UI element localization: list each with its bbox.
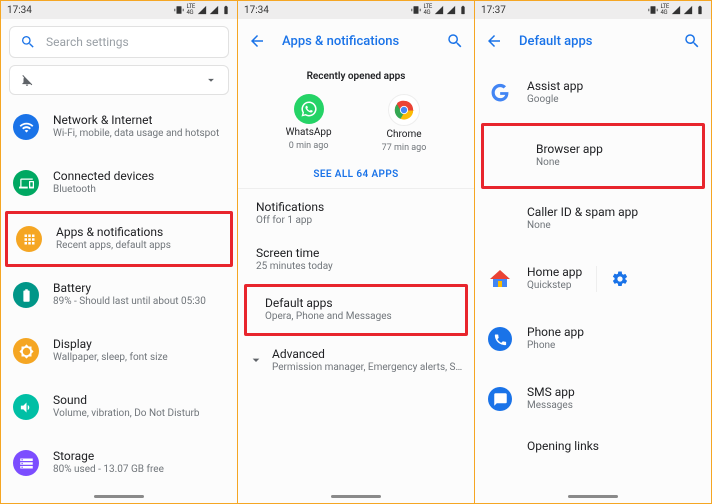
row-browser-app[interactable]: Browser appNone [481, 123, 705, 189]
wifi-icon [19, 120, 34, 135]
row-apps-notifications[interactable]: Apps & notificationsRecent apps, default… [5, 211, 233, 267]
row-battery[interactable]: Battery89% - Should last until about 05:… [1, 267, 237, 323]
battery-icon [19, 288, 34, 303]
nav-bar [1, 489, 237, 503]
google-icon [489, 82, 511, 104]
signal-icon [671, 5, 681, 15]
row-network[interactable]: Network & InternetWi-Fi, mobile, data us… [1, 99, 237, 155]
battery-icon [695, 5, 705, 15]
back-icon[interactable] [485, 32, 503, 50]
apps-notifications-screen: 17:34 LTE4G Apps & notifications Recentl… [238, 1, 475, 503]
chrome-icon [393, 99, 415, 121]
settings-main-screen: 17:34 LTE4G Search settings Network & In… [1, 1, 238, 503]
volume-icon [19, 400, 34, 415]
signal-icon [446, 5, 456, 15]
bell-off-icon [20, 73, 34, 87]
search-placeholder: Search settings [46, 35, 129, 49]
brightness-icon [19, 344, 34, 359]
row-phone-app[interactable]: Phone appPhone [475, 309, 711, 369]
phone-icon [493, 332, 508, 347]
signal-icon [197, 5, 207, 15]
row-storage[interactable]: Storage80% used - 13.07 GB free [1, 435, 237, 491]
battery-icon [458, 5, 468, 15]
nav-bar [238, 489, 474, 503]
app-bar: Default apps [475, 19, 711, 63]
row-caller-id-app[interactable]: Caller ID & spam appNone [475, 189, 711, 249]
signal-icon [683, 5, 693, 15]
storage-icon [19, 456, 34, 471]
status-bar: 17:37 LTE4G [475, 1, 711, 19]
gear-icon[interactable] [611, 270, 629, 288]
status-time: 17:37 [481, 5, 506, 16]
row-home-app[interactable]: Home appQuickstep [475, 249, 711, 309]
status-bar: 17:34 LTE4G [238, 1, 474, 19]
row-opening-links[interactable]: Opening links [475, 429, 711, 463]
search-icon[interactable] [683, 32, 701, 50]
recent-app-whatsapp[interactable]: WhatsApp 0 min ago [286, 94, 332, 153]
settings-list: Network & InternetWi-Fi, mobile, data us… [1, 99, 237, 503]
row-screen-time[interactable]: Screen time 25 minutes today [238, 237, 474, 283]
vibrate-icon [648, 5, 658, 15]
home-icon [488, 267, 512, 291]
recent-app-chrome[interactable]: Chrome 77 min ago [382, 94, 427, 153]
recently-label: Recently opened apps [238, 71, 474, 82]
row-notifications[interactable]: Notifications Off for 1 app [238, 191, 474, 237]
status-icons: LTE4G [411, 4, 468, 16]
message-icon [493, 392, 508, 407]
signal-icon [209, 5, 219, 15]
default-apps-screen: 17:37 LTE4G Default apps Assist appGoogl… [475, 1, 711, 503]
row-assist-app[interactable]: Assist appGoogle [475, 63, 711, 123]
battery-icon [221, 5, 231, 15]
status-bar: 17:34 LTE4G [1, 1, 237, 19]
status-time: 17:34 [7, 5, 32, 16]
whatsapp-icon [300, 100, 318, 118]
recent-apps: WhatsApp 0 min ago Chrome 77 min ago [238, 94, 474, 153]
status-icons: LTE4G [174, 4, 231, 16]
status-time: 17:34 [244, 5, 269, 16]
search-input[interactable]: Search settings [9, 26, 229, 58]
vibrate-icon [174, 5, 184, 15]
row-display[interactable]: DisplayWallpaper, sleep, font size [1, 323, 237, 379]
row-connected[interactable]: Connected devicesBluetooth [1, 155, 237, 211]
vibrate-icon [411, 5, 421, 15]
apps-icon [22, 232, 37, 247]
row-sms-app[interactable]: SMS appMessages [475, 369, 711, 429]
status-icons: LTE4G [648, 4, 705, 16]
chevron-down-icon [248, 352, 264, 368]
row-default-apps[interactable]: Default apps Opera, Phone and Messages [244, 284, 468, 336]
see-all-apps[interactable]: SEE ALL 64 APPS [238, 169, 474, 180]
devices-icon [19, 176, 34, 191]
chevron-down-icon [204, 73, 218, 87]
nav-bar [475, 489, 711, 503]
search-icon[interactable] [446, 32, 464, 50]
dnd-toggle-row[interactable] [9, 65, 229, 95]
app-bar: Apps & notifications [238, 19, 474, 63]
search-icon [20, 34, 36, 50]
row-advanced[interactable]: AdvancedPermission manager, Emergency al… [238, 338, 474, 384]
signal-icon [434, 5, 444, 15]
row-sound[interactable]: SoundVolume, vibration, Do Not Disturb [1, 379, 237, 435]
back-icon[interactable] [248, 32, 266, 50]
page-title: Default apps [519, 34, 667, 49]
page-title: Apps & notifications [282, 34, 430, 49]
